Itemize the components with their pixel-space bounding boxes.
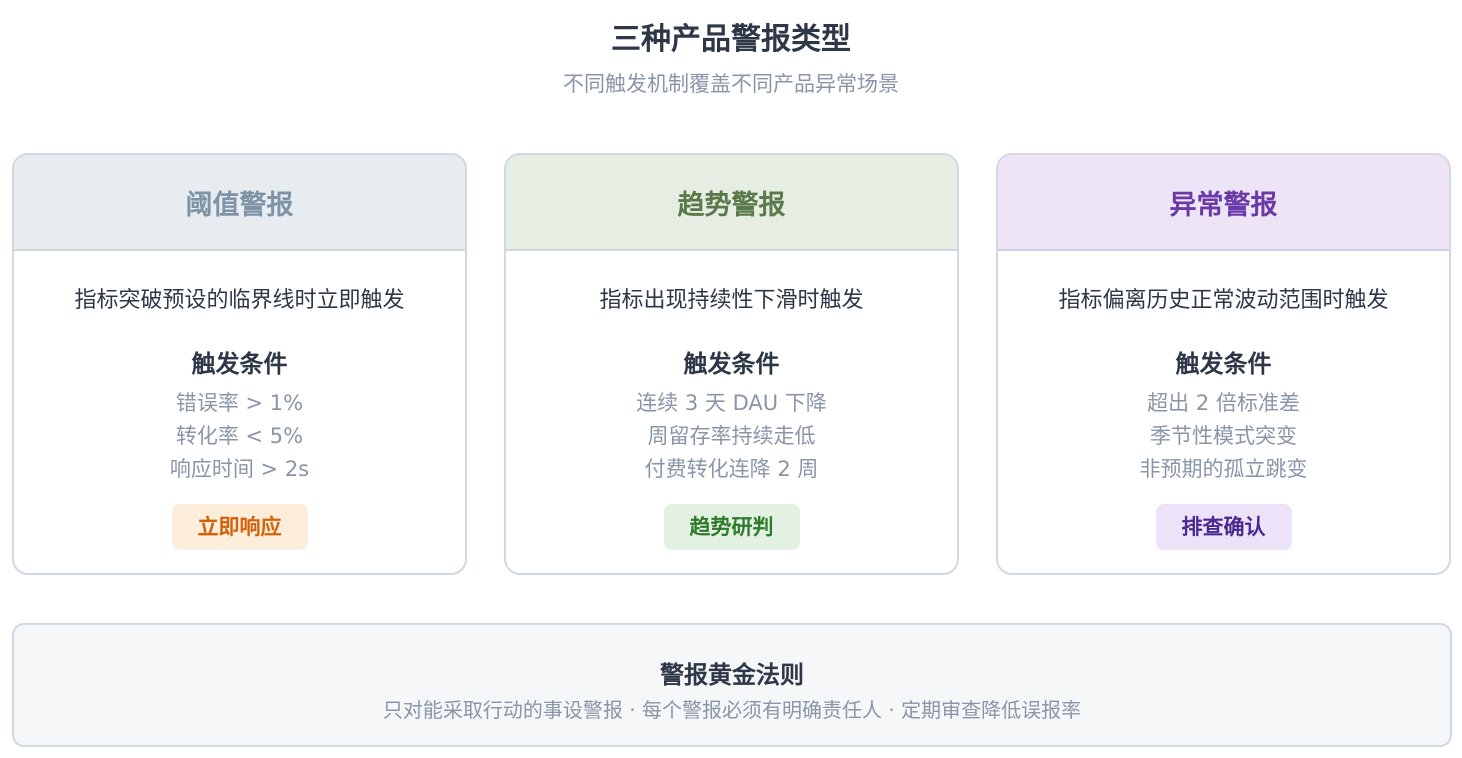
condition-item: 超出 2 倍标准差 xyxy=(1147,391,1300,415)
card-title: 异常警报 xyxy=(998,155,1449,251)
conditions-title: 触发条件 xyxy=(1175,350,1272,378)
conditions-list: 超出 2 倍标准差 季节性模式突变 非预期的孤立跳变 xyxy=(998,387,1449,486)
response-badge: 趋势研判 xyxy=(663,504,800,550)
card-description: 指标突破预设的临界线时立即触发 xyxy=(74,288,405,313)
card-title: 趋势警报 xyxy=(506,155,957,251)
rules-text: 只对能采取行动的事设警报 · 每个警报必须有明确责任人 · 定期审查降低误报率 xyxy=(382,698,1082,722)
threshold-alert-card: 阈值警报 指标突破预设的临界线时立即触发 触发条件 错误率 > 1% 转化率 <… xyxy=(12,153,467,575)
card-title: 阈值警报 xyxy=(14,155,465,251)
condition-item: 季节性模式突变 xyxy=(1150,424,1297,448)
card-description: 指标偏离历史正常波动范围时触发 xyxy=(1058,288,1389,313)
condition-item: 响应时间 > 2s xyxy=(169,457,310,481)
conditions-list: 连续 3 天 DAU 下降 周留存率持续走低 付费转化连降 2 周 xyxy=(506,387,957,486)
condition-item: 周留存率持续走低 xyxy=(647,424,816,448)
condition-item: 付费转化连降 2 周 xyxy=(644,457,819,481)
condition-item: 非预期的孤立跳变 xyxy=(1139,457,1308,481)
page-subtitle: 不同触发机制覆盖不同产品异常场景 xyxy=(563,72,899,96)
card-description: 指标出现持续性下滑时触发 xyxy=(599,288,864,313)
response-badge: 排查确认 xyxy=(1155,504,1292,550)
condition-item: 转化率 < 5% xyxy=(175,424,304,448)
page-title: 三种产品警报类型 xyxy=(611,22,851,57)
conditions-title: 触发条件 xyxy=(683,350,780,378)
trend-alert-card: 趋势警报 指标出现持续性下滑时触发 触发条件 连续 3 天 DAU 下降 周留存… xyxy=(504,153,959,575)
conditions-list: 错误率 > 1% 转化率 < 5% 响应时间 > 2s xyxy=(14,387,465,486)
golden-rules-panel: 警报黄金法则 只对能采取行动的事设警报 · 每个警报必须有明确责任人 · 定期审… xyxy=(12,623,1452,747)
page: 三种产品警报类型 不同触发机制覆盖不同产品异常场景 阈值警报 指标突破预设的临界… xyxy=(0,0,1462,758)
conditions-title: 触发条件 xyxy=(191,350,288,378)
anomaly-alert-card: 异常警报 指标偏离历史正常波动范围时触发 触发条件 超出 2 倍标准差 季节性模… xyxy=(996,153,1451,575)
condition-item: 错误率 > 1% xyxy=(175,391,304,415)
condition-item: 连续 3 天 DAU 下降 xyxy=(636,391,827,415)
response-badge: 立即响应 xyxy=(171,504,308,550)
rules-title: 警报黄金法则 xyxy=(660,661,804,689)
